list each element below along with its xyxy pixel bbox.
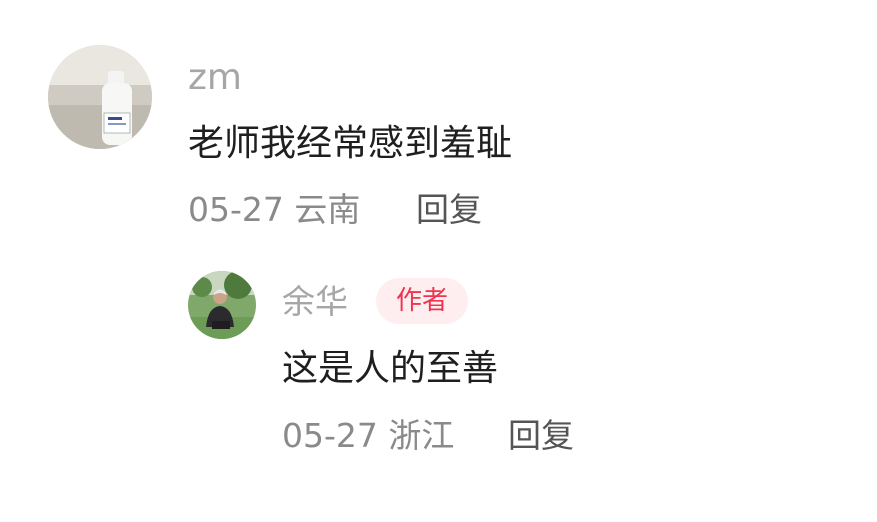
comment-text[interactable]: 老师我经常感到羞耻 bbox=[188, 121, 512, 167]
reply-username[interactable]: 余华 bbox=[282, 280, 348, 324]
reply-button[interactable]: 回复 bbox=[508, 414, 574, 458]
reply-text[interactable]: 这是人的至善 bbox=[282, 346, 498, 392]
comment-timestamp-location: 05-27 云南 bbox=[188, 190, 361, 229]
reply-timestamp-location: 05-27 浙江 bbox=[282, 416, 455, 455]
avatar[interactable] bbox=[48, 45, 152, 149]
author-badge: 作者 bbox=[376, 278, 468, 324]
comment-username[interactable]: zm bbox=[188, 56, 242, 100]
reply-button[interactable]: 回复 bbox=[416, 188, 482, 232]
avatar[interactable] bbox=[188, 271, 256, 339]
